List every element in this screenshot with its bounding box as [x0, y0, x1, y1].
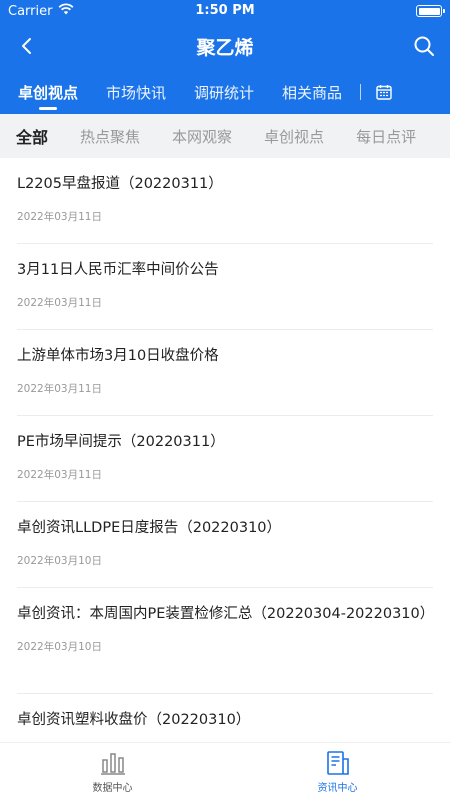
subtab-daily-comment[interactable]: 每日点评 — [340, 126, 432, 147]
news-date: 2022年03月11日 — [17, 297, 102, 309]
news-title: 3月11日人民币汇率中间价公告 — [17, 262, 219, 278]
news-item[interactable]: 上游单体市场3月10日收盘价格 2022年03月11日 — [17, 330, 433, 416]
status-time: 1:50 PM — [195, 3, 255, 18]
bottom-tab-bar: 数据中心 资讯中心 — [0, 742, 450, 800]
subtab-all[interactable]: 全部 — [0, 124, 64, 148]
news-date: 2022年03月11日 — [17, 211, 102, 223]
news-date: 2022年03月10日 — [17, 641, 102, 653]
nav-bar: 聚乙烯 — [0, 22, 450, 70]
subtab-site-observation[interactable]: 本网观察 — [156, 126, 248, 147]
status-bar: Carrier 1:50 PM — [0, 0, 450, 22]
news-title: 卓创资讯：本周国内PE装置检修汇总（20220304-20220310） — [17, 606, 435, 622]
page-title: 聚乙烯 — [196, 36, 254, 59]
header: Carrier 1:50 PM 聚乙烯 卓创视点 市场快讯 调研统计 相关商品 — [0, 0, 450, 114]
news-icon — [326, 750, 349, 775]
tab-news-center[interactable]: 资讯中心 — [225, 743, 450, 800]
news-title: 卓创资讯LLDPE日度报告（20220310） — [17, 520, 282, 536]
news-date: 2022年03月10日 — [17, 555, 102, 567]
news-title: 上游单体市场3月10日收盘价格 — [17, 348, 219, 364]
bar-chart-icon — [100, 752, 125, 775]
tab-market-news[interactable]: 市场快讯 — [92, 70, 180, 114]
calendar-icon — [376, 85, 392, 100]
sub-tabs: 全部 热点聚焦 本网观察 卓创视点 每日点评 — [0, 114, 450, 158]
news-list: L2205早盘报道（20220311） 2022年03月11日 3月11日人民币… — [0, 158, 450, 780]
tab-label: 数据中心 — [92, 782, 133, 794]
tab-label: 资讯中心 — [317, 782, 358, 794]
tab-data-center[interactable]: 数据中心 — [0, 743, 225, 800]
tab-related-products[interactable]: 相关商品 — [268, 70, 356, 114]
tab-zhuochuang-viewpoint[interactable]: 卓创视点 — [4, 70, 92, 114]
subtab-hot-focus[interactable]: 热点聚焦 — [64, 126, 156, 147]
news-item[interactable]: 3月11日人民币汇率中间价公告 2022年03月11日 — [17, 244, 433, 330]
subtab-zhuochuang-viewpoint[interactable]: 卓创视点 — [248, 126, 340, 147]
news-date: 2022年03月11日 — [17, 469, 102, 481]
news-item[interactable]: PE市场早间提示（20220311） 2022年03月11日 — [17, 416, 433, 502]
news-title: L2205早盘报道（20220311） — [17, 176, 223, 192]
news-date: 2022年03月11日 — [17, 383, 102, 395]
news-title: 卓创资讯塑料收盘价（20220310） — [17, 712, 251, 728]
category-tabs: 卓创视点 市场快讯 调研统计 相关商品 — [0, 70, 450, 114]
news-item[interactable]: L2205早盘报道（20220311） 2022年03月11日 — [17, 158, 433, 244]
back-button[interactable] — [10, 30, 42, 62]
news-item[interactable]: 卓创资讯LLDPE日度报告（20220310） 2022年03月10日 — [17, 502, 433, 588]
search-icon — [414, 36, 434, 56]
search-button[interactable] — [408, 30, 440, 62]
battery-icon — [416, 5, 445, 17]
tab-survey-stats[interactable]: 调研统计 — [180, 70, 268, 114]
news-title: PE市场早间提示（20220311） — [17, 434, 225, 450]
chevron-left-icon — [22, 38, 31, 54]
news-item[interactable]: 卓创资讯：本周国内PE装置检修汇总（20220304-20220310） 202… — [17, 588, 435, 694]
calendar-button[interactable] — [361, 70, 407, 114]
